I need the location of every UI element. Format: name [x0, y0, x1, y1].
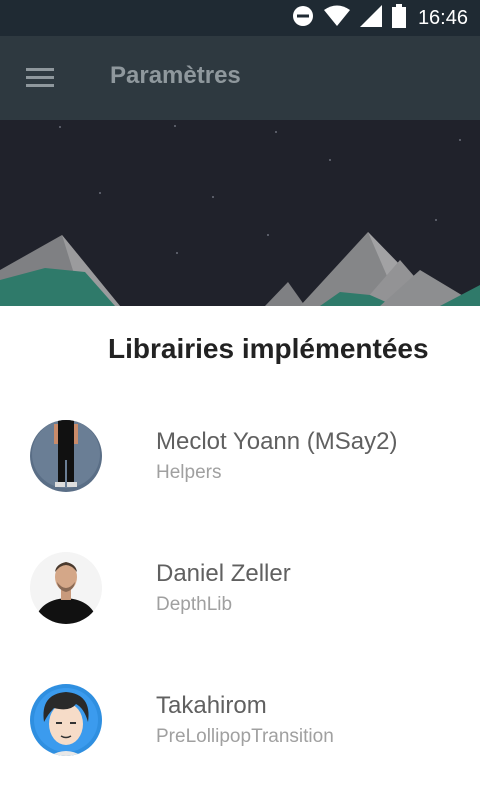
library-author: Daniel Zeller — [156, 560, 291, 587]
library-name: DepthLib — [156, 594, 233, 615]
library-item-depthlib[interactable]: Daniel Zeller DepthLib — [0, 552, 480, 662]
status-time: 16:46 — [417, 6, 468, 29]
section-title: Librairies implémentées — [108, 333, 429, 364]
hamburger-menu-icon — [26, 68, 54, 87]
library-name: Helpers — [156, 462, 222, 483]
library-author: Takahirom — [156, 692, 267, 719]
library-author: Meclot Yoann (MSay2) — [156, 428, 398, 455]
library-name: PreLollipopTransition — [156, 726, 334, 747]
do-not-disturb-icon — [292, 5, 314, 31]
menu-button[interactable] — [22, 62, 62, 94]
battery-icon — [391, 4, 406, 32]
library-item-helpers[interactable]: Meclot Yoann (MSay2) Helpers — [0, 420, 480, 530]
wifi-icon — [323, 5, 350, 31]
page-title: Paramètres — [110, 62, 241, 89]
avatar — [30, 420, 102, 492]
libraries-sheet: Librairies implémentées Meclot Yoann (MS… — [0, 306, 480, 800]
avatar — [30, 552, 102, 624]
signal-icon — [359, 5, 382, 31]
avatar — [30, 684, 102, 756]
app-bar: Paramètres — [0, 36, 480, 120]
status-bar: 16:46 — [0, 0, 480, 36]
header-illustration — [0, 120, 480, 306]
library-item-prelollipoptransition[interactable]: Takahirom PreLollipopTransition — [0, 684, 480, 794]
